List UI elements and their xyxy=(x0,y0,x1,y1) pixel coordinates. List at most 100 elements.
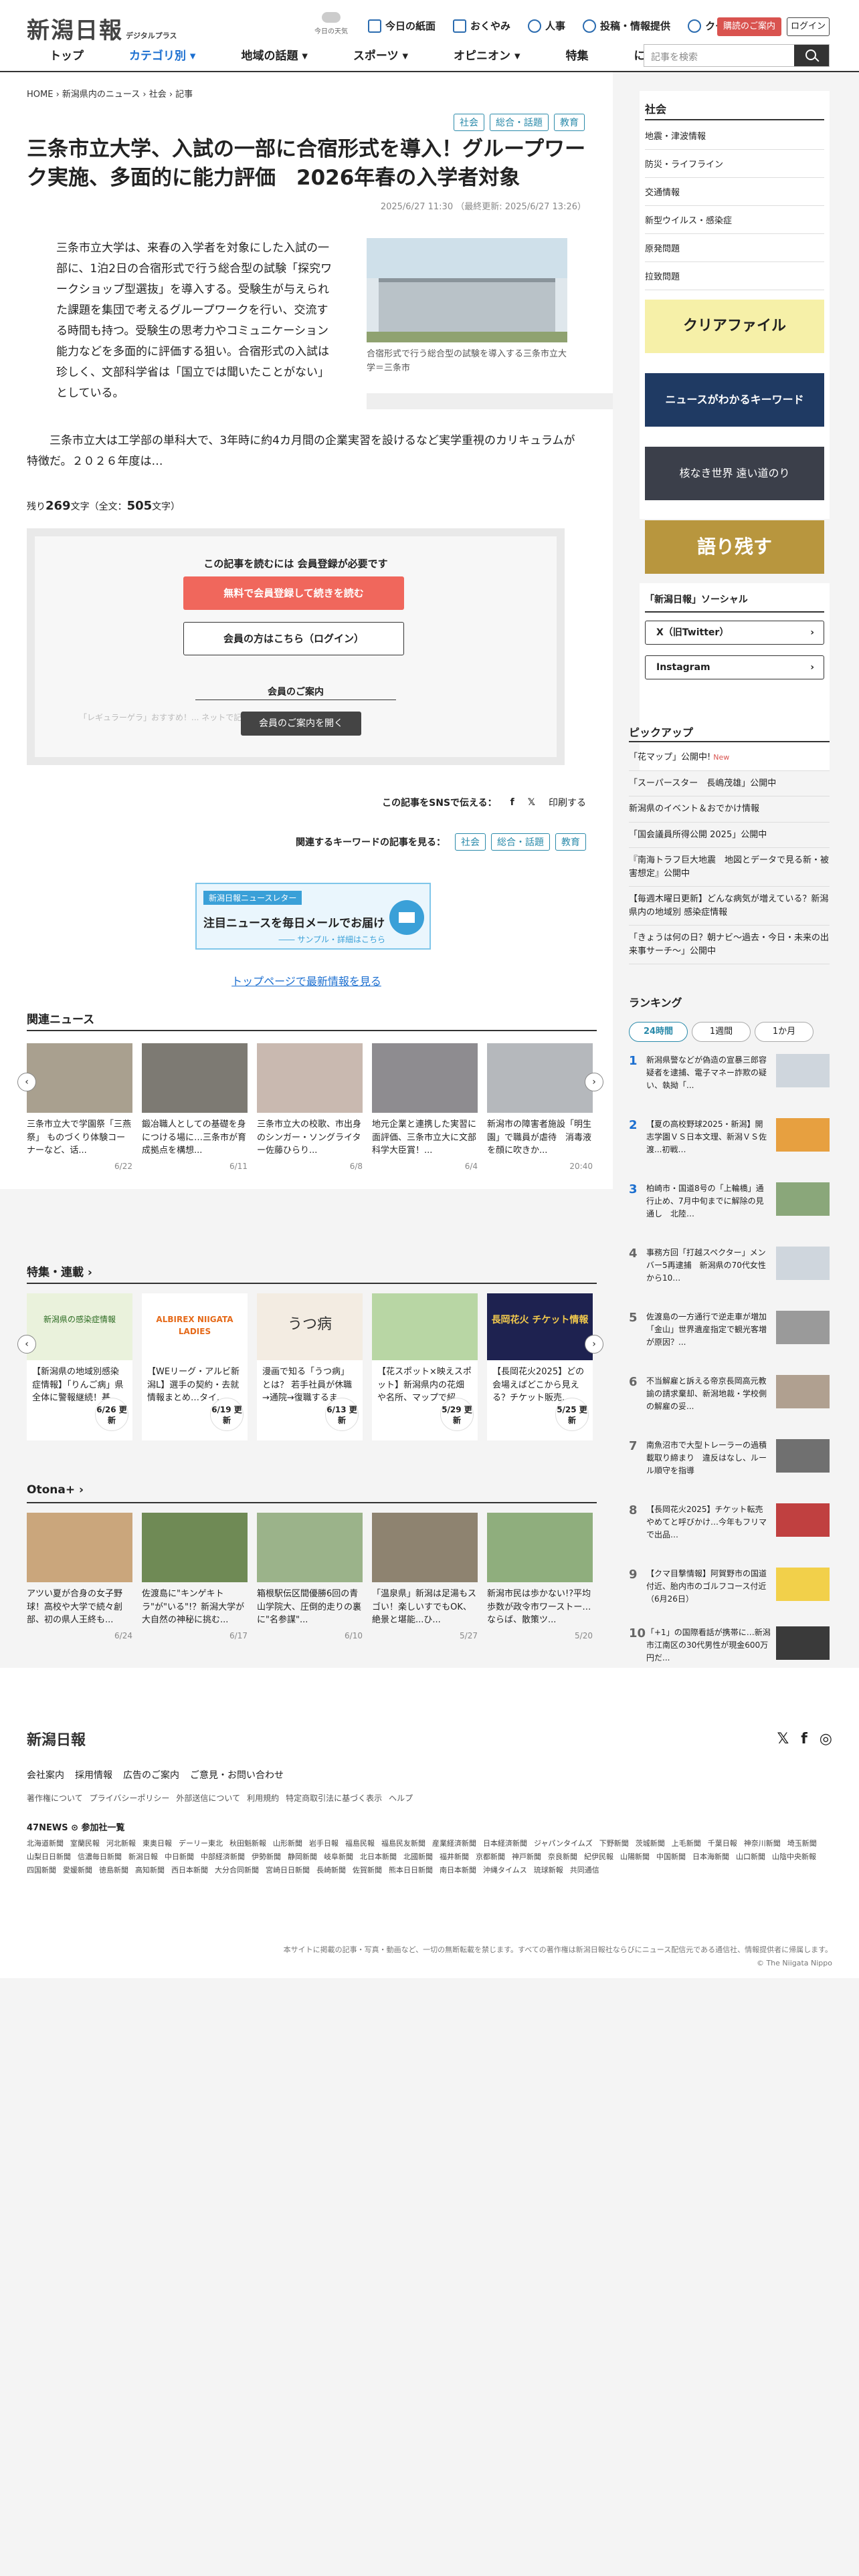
tag-general[interactable]: 総合・話題 xyxy=(490,114,549,131)
x-twitter-button[interactable]: X（旧Twitter） xyxy=(645,621,824,645)
partner-paper-link[interactable]: 神戸新聞 xyxy=(512,1851,541,1862)
ranking-item[interactable]: 2 【夏の高校野球2025・新潟】開志学園ＶＳ日本文理、新潟ＶＳ佐渡...初戦… xyxy=(629,1118,830,1157)
banner-kataricosu[interactable]: 語り残す xyxy=(645,520,824,574)
ranking-item[interactable]: 8 【長岡花火2025】チケット転売やめてと呼びかけ…今年もフリマで出品… xyxy=(629,1503,830,1542)
nav-sports[interactable]: スポーツ ▾ xyxy=(330,44,431,68)
feature-item[interactable]: 長岡花火 チケット情報 【長岡花火2025】どの会場えばどこから見える？チケット販… xyxy=(487,1293,593,1440)
newsletter-banner[interactable]: 新潟日報ニュースレター 注目ニュースを毎日メールでお届け ―― サンプル・詳細は… xyxy=(195,883,431,950)
ranking-item[interactable]: 9 【クマ目撃情報】阿賀野市の国道付近、胎内市のゴルフコース付近（6月26日） xyxy=(629,1568,830,1606)
article-photo[interactable] xyxy=(367,238,567,342)
facebook-icon[interactable]: f xyxy=(510,797,514,808)
partner-paper-link[interactable]: 中日新聞 xyxy=(165,1851,194,1862)
partner-paper-link[interactable]: 南日本新聞 xyxy=(440,1864,476,1875)
keyword-general[interactable]: 総合・話題 xyxy=(491,833,550,851)
partner-paper-link[interactable]: 静岡新聞 xyxy=(288,1851,317,1862)
site-logo[interactable]: 新潟日報 デジタルプラス xyxy=(27,12,177,45)
partner-paper-link[interactable]: 山形新聞 xyxy=(273,1838,302,1848)
partner-paper-link[interactable]: 岩手日報 xyxy=(309,1838,339,1848)
partner-paper-link[interactable]: 産業経済新聞 xyxy=(432,1838,476,1848)
search-input[interactable]: 記事を検索 xyxy=(651,50,698,64)
partner-paper-link[interactable]: 秋田魁新報 xyxy=(229,1838,266,1848)
member-login-button[interactable]: 会員の方はこちら（ログイン） xyxy=(183,622,404,655)
next-arrow-icon[interactable]: › xyxy=(585,1073,603,1091)
prev-arrow-icon[interactable]: ‹ xyxy=(17,1073,36,1091)
pickup-item[interactable]: 「国会議員所得公開 2025」公開中 xyxy=(629,823,830,848)
sidebar-item[interactable]: 地震・津波情報 xyxy=(645,122,824,150)
partner-paper-link[interactable]: 山梨日日新聞 xyxy=(27,1851,71,1862)
ranking-item[interactable]: 10 「+1」の国際看話が携帯に…新潟市江南区の30代男性が現金600万円だ... xyxy=(629,1626,830,1665)
instagram-button[interactable]: Instagram xyxy=(645,655,824,679)
partner-paper-link[interactable]: 岐阜新聞 xyxy=(324,1851,353,1862)
login-button[interactable]: ログイン xyxy=(787,17,830,36)
x-icon[interactable]: 𝕏 xyxy=(528,797,535,808)
sidebar-item[interactable]: 原発問題 xyxy=(645,234,824,262)
partner-paper-link[interactable]: 中国新聞 xyxy=(656,1851,686,1862)
footer-link[interactable]: ご意見・お問い合わせ xyxy=(190,1768,284,1782)
partner-paper-link[interactable]: 神奈川新聞 xyxy=(744,1838,781,1848)
partner-paper-link[interactable]: 伊勢新聞 xyxy=(252,1851,281,1862)
footer-small-link[interactable]: 外部送信について xyxy=(176,1792,240,1804)
partner-paper-link[interactable]: 千葉日報 xyxy=(708,1838,737,1848)
partner-paper-link[interactable]: 琉球新報 xyxy=(534,1864,563,1875)
pickup-item[interactable]: 「花マップ」公開中! New xyxy=(629,745,830,771)
otona-item[interactable]: 佐渡島に"キンゲキトラ"が"いる"!？新潟大学が大自然の神秘に挑む... 6/17 xyxy=(142,1513,248,1640)
sidebar-item[interactable]: 拉致問題 xyxy=(645,262,824,290)
next-arrow-icon[interactable]: › xyxy=(585,1335,603,1354)
partner-paper-link[interactable]: 愛媛新聞 xyxy=(63,1864,92,1875)
partner-paper-link[interactable]: 福島民報 xyxy=(345,1838,375,1848)
x-icon[interactable]: 𝕏 xyxy=(777,1731,789,1747)
nav-category[interactable]: カテゴリ別 ▾ xyxy=(106,44,218,68)
keyword-education[interactable]: 教育 xyxy=(555,833,586,851)
partner-paper-link[interactable]: 北日本新聞 xyxy=(360,1851,397,1862)
ranking-item[interactable]: 1 新潟県警などが偽造の宣暴三郎容疑者を逮捕、電子マネー詐欺の疑い、執拗「... xyxy=(629,1054,830,1093)
partner-paper-link[interactable]: 福井新聞 xyxy=(440,1851,469,1862)
header-link-obituary[interactable]: おくやみ xyxy=(453,19,510,33)
related-item[interactable]: 新潟市の障害者施設「明生園」で職員が虐待 消毒液を顔に吹きか... 20:40 xyxy=(487,1043,593,1171)
header-link-personnel[interactable]: 人事 xyxy=(528,19,565,33)
partner-paper-link[interactable]: 山口新聞 xyxy=(736,1851,765,1862)
partner-paper-link[interactable]: 宮崎日日新聞 xyxy=(266,1864,310,1875)
otona-item[interactable]: 箱根駅伝区間優勝6回の青山学院大、圧倒的走りの裏に"名参謀"... 6/10 xyxy=(257,1513,363,1640)
open-guide-button[interactable]: 会員のご案内を開く xyxy=(241,712,361,736)
partner-paper-link[interactable]: 共同通信 xyxy=(570,1864,599,1875)
nav-opinion[interactable]: オピニオン ▾ xyxy=(431,44,543,68)
nav-region[interactable]: 地域の話題 ▾ xyxy=(218,44,330,68)
partner-paper-link[interactable]: 室蘭民報 xyxy=(70,1838,100,1848)
pickup-item[interactable]: 「スーパースター 長嶋茂雄」公開中 xyxy=(629,771,830,796)
footer-link[interactable]: 広告のご案内 xyxy=(123,1768,179,1782)
partner-paper-link[interactable]: 新潟日報 xyxy=(128,1851,158,1862)
partner-paper-link[interactable]: 熊本日日新聞 xyxy=(389,1864,433,1875)
banner-nuclear[interactable]: 核なき世界 遠い道のり xyxy=(645,447,824,500)
sidebar-item[interactable]: 交通情報 xyxy=(645,178,824,206)
footer-small-link[interactable]: プライバシーポリシー xyxy=(90,1792,170,1804)
partner-paper-link[interactable]: 上毛新聞 xyxy=(672,1838,701,1848)
related-item[interactable]: 三条市立大で学園祭「三燕祭」 ものづくり体験コーナーなど、话... 6/22 xyxy=(27,1043,132,1171)
footer-small-link[interactable]: ヘルプ xyxy=(389,1792,413,1804)
header-link-submit[interactable]: 投稿・情報提供 xyxy=(583,19,670,33)
search-box[interactable]: 記事を検索 xyxy=(644,44,830,67)
footer-small-link[interactable]: 著作権について xyxy=(27,1792,83,1804)
ranking-item[interactable]: 3 柏崎市・国道8号の「上輪橋」通行止め、7月中旬までに解除の見通し 北陸… xyxy=(629,1182,830,1221)
top-page-link[interactable]: トップページで最新情報を見る xyxy=(0,972,613,988)
partner-paper-link[interactable]: デーリー東北 xyxy=(179,1838,223,1848)
footer-small-link[interactable]: 特定商取引法に基づく表示 xyxy=(286,1792,382,1804)
partner-paper-link[interactable]: 山陰中央新報 xyxy=(772,1851,816,1862)
nav-features[interactable]: 特集 xyxy=(543,44,611,68)
ranking-item[interactable]: 4 事務方回「打越スペクター」メンバー5再逮捕 新潟県の70代女性から10… xyxy=(629,1247,830,1285)
partner-paper-link[interactable]: 大分合同新聞 xyxy=(215,1864,259,1875)
otona-item[interactable]: 「温泉県」新潟は足湯もスゴい！楽しいすでもOK、絶景と堪能...ひ... 5/27 xyxy=(372,1513,478,1640)
partner-paper-link[interactable]: 河北新報 xyxy=(106,1838,136,1848)
partner-paper-link[interactable]: 北國新聞 xyxy=(403,1851,433,1862)
related-item[interactable]: 地元企業と連携した実習に面評価、三条市立大に文部科学大臣賞！... 6/4 xyxy=(372,1043,478,1171)
instagram-icon[interactable]: ◎ xyxy=(820,1731,832,1747)
partner-paper-link[interactable]: 東奥日報 xyxy=(142,1838,172,1848)
pickup-item[interactable]: 『南海トラフ巨大地震 地図とデータで見る新・被害想定』公開中 xyxy=(629,848,830,887)
print-link[interactable]: 印刷する xyxy=(549,796,586,809)
tab-1week[interactable]: 1週間 xyxy=(692,1022,751,1042)
partner-paper-link[interactable]: 信濃毎日新聞 xyxy=(78,1851,122,1862)
partner-paper-link[interactable]: 京都新聞 xyxy=(476,1851,505,1862)
nav-top[interactable]: トップ xyxy=(27,44,106,68)
footer-logo[interactable]: 新潟日報 xyxy=(27,1728,86,1749)
related-item[interactable]: 鍛冶職人としての基礎を身につける場に…三条市が育成拠点を構想... 6/11 xyxy=(142,1043,248,1171)
ranking-item[interactable]: 7 南魚沼市で大型トレーラーの過積載取り締まり 違反はなし、ルール順守を指導 xyxy=(629,1439,830,1478)
